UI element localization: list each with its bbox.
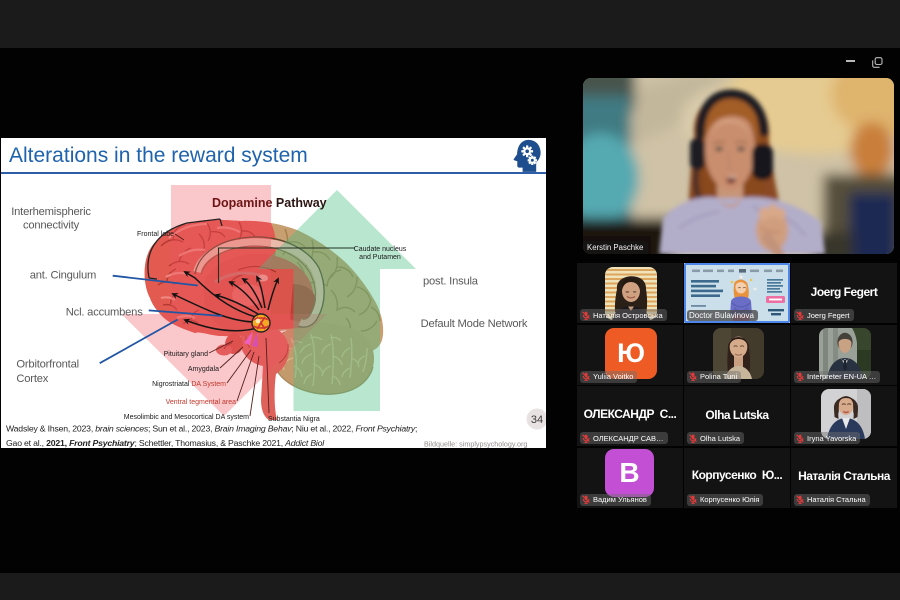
svg-text:Cortex: Cortex	[16, 373, 48, 385]
svg-text:Frontal lobe: Frontal lobe	[137, 231, 174, 238]
svg-text:Mesolimbic and Mesocortical DA: Mesolimbic and Mesocortical DA system	[124, 414, 249, 421]
svg-text:ant. Cingulum: ant. Cingulum	[30, 270, 96, 282]
svg-text:connectivity: connectivity	[23, 220, 80, 232]
svg-text:and Putamen: and Putamen	[359, 254, 401, 261]
svg-text:Gao et al., 2021, Front Psychi: Gao et al., 2021, Front Psychiatry; Sche…	[6, 438, 325, 448]
svg-text:Amygdala: Amygdala	[188, 366, 219, 373]
svg-text:34: 34	[531, 414, 543, 426]
svg-text:Nigrostriatal DA System: Nigrostriatal DA System	[152, 381, 226, 388]
svg-text:Orbitorfrontal: Orbitorfrontal	[16, 359, 78, 371]
svg-text:Ncl. accumbens: Ncl. accumbens	[66, 307, 143, 319]
svg-text:Pituitary gland: Pituitary gland	[164, 351, 208, 358]
svg-text:Caudate nucleus: Caudate nucleus	[354, 246, 407, 253]
svg-text:Interhemispheric: Interhemispheric	[11, 206, 91, 218]
svg-text:post. Insula: post. Insula	[423, 276, 479, 288]
svg-text:Substantia Nigra: Substantia Nigra	[268, 416, 320, 423]
svg-text:Default Mode Network: Default Mode Network	[421, 318, 528, 330]
svg-text:Dopamine Pathway: Dopamine Pathway	[212, 196, 327, 210]
svg-text:Wadsley & Ihsen, 2023, brain s: Wadsley & Ihsen, 2023, brain sciences; S…	[6, 424, 417, 434]
svg-text:Ventral tegmental area: Ventral tegmental area	[166, 399, 237, 406]
svg-text:Bildquelle: simplypsychology.o: Bildquelle: simplypsychology.org	[424, 440, 527, 449]
